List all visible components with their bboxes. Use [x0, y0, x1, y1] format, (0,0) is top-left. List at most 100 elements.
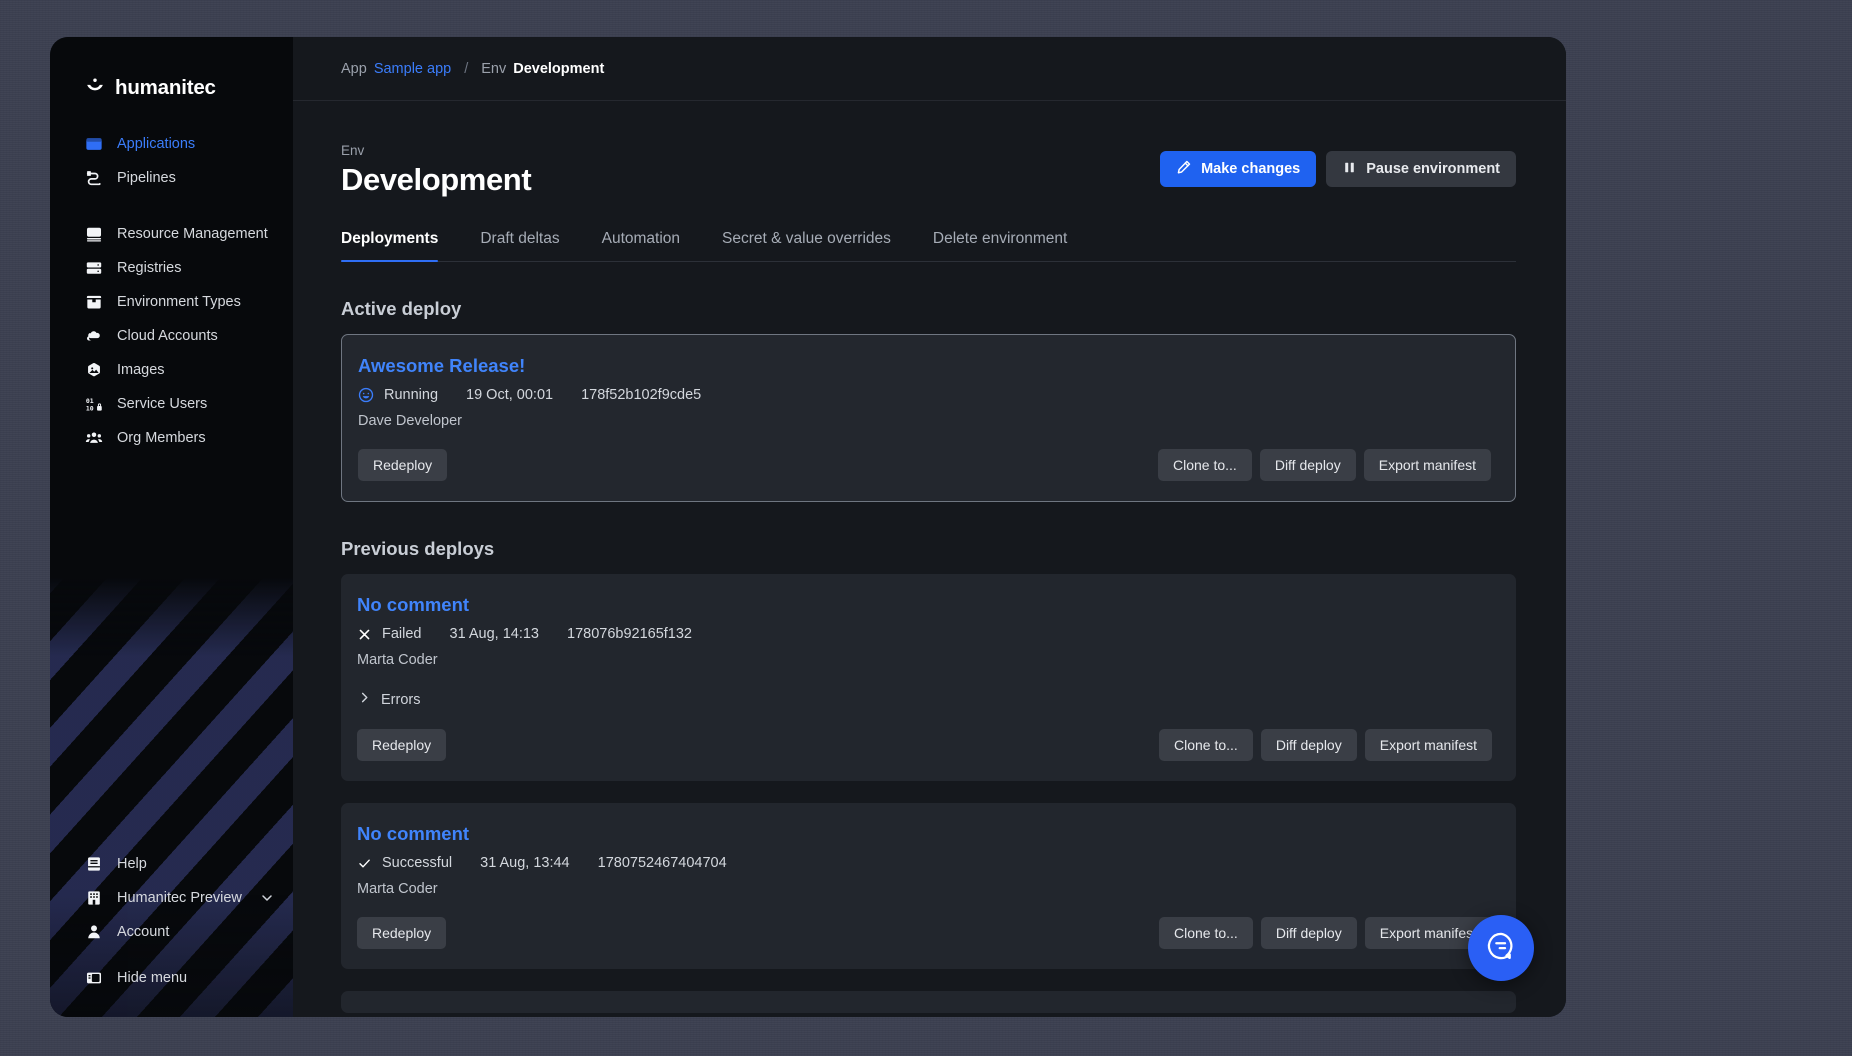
make-changes-button[interactable]: Make changes — [1160, 151, 1317, 187]
deploy-date: 19 Oct, 00:01 — [466, 387, 554, 403]
tab-delete-environment[interactable]: Delete environment — [912, 230, 1088, 261]
sidebar-item-label: Registries — [117, 260, 182, 276]
previous-deploy-card: No comment Failed 31 Aug, 14:13 178076b9… — [341, 574, 1516, 781]
topbar: App Sample app / Env Development — [293, 37, 1566, 101]
brand-name: humanitec — [115, 76, 216, 99]
card-actions: Redeploy Clone to... Diff deploy Export … — [357, 917, 1492, 949]
deploy-status: Running — [384, 387, 439, 403]
smiley-mark-icon — [84, 77, 106, 99]
resource-management-icon — [84, 225, 103, 244]
breadcrumb-app-link[interactable]: Sample app — [374, 61, 451, 77]
help-book-icon — [84, 855, 103, 874]
deploy-author: Dave Developer — [358, 413, 462, 429]
sidebar-item-label: Hide menu — [117, 970, 188, 986]
app-window: humanitec Applications Pipelines Resourc… — [50, 37, 1566, 1017]
pause-environment-button[interactable]: Pause environment — [1326, 151, 1516, 187]
sidebar-item-label: Pipelines — [117, 170, 176, 186]
tab-secret-value-overrides[interactable]: Secret & value overrides — [701, 230, 912, 261]
account-person-icon — [84, 923, 103, 942]
deploy-status: Successful — [382, 855, 453, 871]
breadcrumb-separator: / — [464, 60, 469, 77]
export-manifest-button[interactable]: Export manifest — [1364, 729, 1492, 761]
hide-menu-icon — [84, 969, 103, 988]
deploy-date: 31 Aug, 14:13 — [449, 626, 540, 642]
sidebar-item-label: Images — [117, 362, 165, 378]
sidebar-item-account[interactable]: Account — [50, 915, 293, 949]
previous-deploy-card-partial — [341, 991, 1516, 1013]
deploy-id: 178f52b102f9cde5 — [581, 387, 702, 403]
chevron-right-icon — [357, 690, 372, 709]
pause-environment-label: Pause environment — [1366, 161, 1500, 177]
sidebar-item-pipelines[interactable]: Pipelines — [50, 161, 293, 195]
deploy-meta-row: Successful 31 Aug, 13:44 178075246740470… — [357, 855, 1492, 871]
chat-launcher-button[interactable] — [1468, 915, 1534, 981]
header-actions: Make changes Pause environment — [1160, 143, 1516, 187]
breadcrumb-env-current: Development — [513, 60, 605, 77]
sidebar-item-label: Account — [117, 924, 170, 940]
applications-icon — [84, 135, 103, 154]
clone-to-button[interactable]: Clone to... — [1159, 729, 1253, 761]
chevron-down-icon[interactable] — [259, 890, 275, 906]
previous-deploys-section-title: Previous deploys — [341, 538, 495, 559]
tab-deployments[interactable]: Deployments — [341, 230, 459, 262]
sidebar-item-label: Applications — [117, 136, 196, 152]
clone-to-button[interactable]: Clone to... — [1158, 449, 1252, 481]
sidebar-item-applications[interactable]: Applications — [50, 127, 293, 161]
redeploy-button[interactable]: Redeploy — [357, 917, 447, 949]
sidebar-item-help[interactable]: Help — [50, 847, 293, 881]
pencil-icon — [1176, 159, 1192, 179]
sidebar-item-resource-management[interactable]: Resource Management — [50, 217, 293, 251]
chat-bubble-icon — [1484, 929, 1518, 968]
sidebar-item-registries[interactable]: Registries — [50, 251, 293, 285]
sidebar-item-label: Resource Management — [117, 226, 268, 242]
deploy-id: 178076b92165f132 — [567, 626, 692, 642]
sidebar-item-images[interactable]: Images — [50, 353, 293, 387]
errors-disclosure[interactable]: Errors — [357, 690, 1492, 709]
sidebar-item-label: Service Users — [117, 396, 208, 412]
sidebar: humanitec Applications Pipelines Resourc… — [50, 37, 293, 1017]
organization-icon — [84, 889, 103, 908]
tab-bar: Deployments Draft deltas Automation Secr… — [341, 230, 1516, 262]
sidebar-item-cloud-accounts[interactable]: Cloud Accounts — [50, 319, 293, 353]
breadcrumb: App Sample app / Env Development — [341, 61, 604, 77]
diff-deploy-button[interactable]: Diff deploy — [1260, 729, 1357, 761]
sidebar-item-organization[interactable]: Humanitec Preview — [50, 881, 293, 915]
tab-automation[interactable]: Automation — [581, 230, 701, 261]
card-actions: Redeploy Clone to... Diff deploy Export … — [358, 449, 1491, 481]
page-eyebrow: Env — [341, 143, 365, 158]
redeploy-button[interactable]: Redeploy — [358, 449, 448, 481]
tab-draft-deltas[interactable]: Draft deltas — [459, 230, 580, 261]
registries-icon — [84, 259, 103, 278]
cloud-accounts-icon — [84, 327, 103, 346]
sidebar-primary-group: Applications Pipelines Resource Manageme… — [50, 111, 293, 455]
sidebar-item-service-users[interactable]: 01 10 Service Users — [50, 387, 293, 421]
images-icon — [84, 361, 103, 380]
sidebar-item-label: Cloud Accounts — [117, 328, 218, 344]
deploy-name-link[interactable]: No comment — [357, 823, 1492, 845]
main-content: App Sample app / Env Development Env Dev… — [293, 37, 1566, 1017]
export-manifest-button[interactable]: Export manifest — [1363, 449, 1491, 481]
diff-deploy-button[interactable]: Diff deploy — [1260, 917, 1357, 949]
svg-text:10: 10 — [85, 404, 93, 412]
deploy-date: 31 Aug, 13:44 — [480, 855, 570, 871]
running-smiley-icon — [358, 387, 374, 403]
diff-deploy-button[interactable]: Diff deploy — [1259, 449, 1356, 481]
page-header: Env Development Make changes Pause envir… — [341, 143, 1516, 198]
sidebar-item-hide-menu[interactable]: Hide menu — [50, 961, 293, 995]
breadcrumb-app-label: App — [341, 60, 367, 77]
active-deploy-card: Awesome Release! Running 19 Oct, 00:01 1… — [341, 334, 1516, 502]
content-scroll[interactable]: Env Development Make changes Pause envir… — [293, 101, 1566, 1017]
deploy-name-link[interactable]: No comment — [357, 594, 1492, 616]
deploy-name-link[interactable]: Awesome Release! — [358, 355, 1491, 377]
deploy-status: Failed — [382, 626, 422, 642]
clone-to-button[interactable]: Clone to... — [1159, 917, 1253, 949]
brand-logo[interactable]: humanitec — [50, 37, 293, 111]
errors-label: Errors — [381, 691, 421, 708]
deploy-meta-row: Running 19 Oct, 00:01 178f52b102f9cde5 — [358, 387, 1491, 403]
deploy-id: 1780752467404704 — [597, 855, 727, 871]
sidebar-item-environment-types[interactable]: Environment Types — [50, 285, 293, 319]
make-changes-label: Make changes — [1201, 161, 1301, 177]
sidebar-item-org-members[interactable]: Org Members — [50, 421, 293, 455]
sidebar-item-label: Environment Types — [117, 294, 241, 310]
redeploy-button[interactable]: Redeploy — [357, 729, 447, 761]
